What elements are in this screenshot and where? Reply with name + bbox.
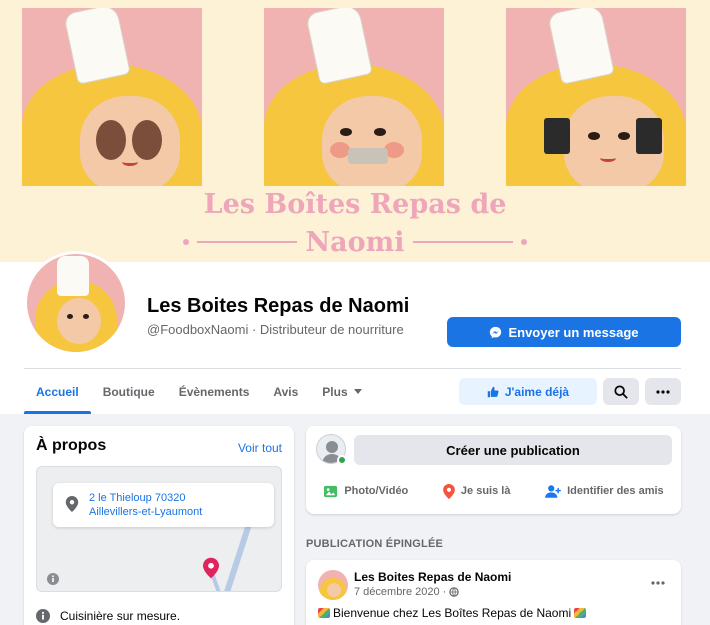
pinned-post: Les Boites Repas de Naomi 7 décembre 202… (306, 560, 681, 625)
post-author-avatar[interactable] (318, 570, 348, 600)
location-pin-icon (65, 496, 79, 512)
photo-icon (324, 485, 338, 497)
cover-photo[interactable]: Les Boîtes Repas de Naomi (0, 0, 710, 262)
post-body: Bienvenue chez Les Boîtes Repas de Naomi (318, 606, 587, 620)
tag-friends-button[interactable]: Identifier des amis (545, 484, 664, 499)
cover-title: Les Boîtes Repas de (203, 189, 507, 220)
search-button[interactable] (603, 378, 639, 405)
location-map[interactable]: 2 le Thieloup 70320 Aillevillers-et-Lyau… (36, 466, 282, 592)
tab-evenements[interactable]: Évènements (167, 369, 262, 414)
create-post-button[interactable]: Créer une publication (354, 435, 672, 465)
tab-plus-label: Plus (322, 384, 348, 399)
address-line-1: 2 le Thieloup 70320 (89, 492, 186, 504)
tab-accueil[interactable]: Accueil (24, 369, 91, 414)
tag-friends-label: Identifier des amis (567, 485, 664, 497)
tag-people-icon (545, 484, 561, 498)
page-tabs: Accueil Boutique Évènements Avis Plus (24, 369, 374, 414)
photo-video-label: Photo/Vidéo (344, 485, 409, 497)
page-title: Les Boites Repas de Naomi (147, 295, 410, 317)
cover-illustration-3 (506, 8, 686, 186)
search-icon (614, 384, 628, 399)
cover-illustration-1 (22, 8, 202, 186)
post-options-button[interactable] (651, 572, 665, 588)
about-title: À propos (36, 437, 107, 454)
caret-down-icon (353, 389, 362, 394)
page-header: Les Boites Repas de Naomi @FoodboxNaomi … (0, 251, 710, 414)
check-in-button[interactable]: Je suis là (443, 483, 511, 499)
tab-boutique[interactable]: Boutique (91, 369, 167, 414)
send-message-label: Envoyer un message (508, 324, 639, 340)
info-icon (36, 609, 50, 623)
tab-plus[interactable]: Plus (310, 369, 373, 414)
photo-video-button[interactable]: Photo/Vidéo (323, 484, 408, 499)
tab-avis-label: Avis (273, 384, 299, 399)
tab-accueil-label: Accueil (36, 384, 79, 399)
about-info-row: Cuisinière sur mesure. (36, 609, 180, 623)
about-card: À propos Voir tout 2 le Thieloup 70320 A… (24, 426, 294, 625)
address-line-2: Aillevillers-et-Lyaumont (89, 506, 203, 518)
about-description: Cuisinière sur mesure. (60, 609, 181, 623)
composer-actions: Photo/Vidéo Je suis là Identifier des am… (306, 478, 681, 504)
globe-icon (449, 587, 460, 597)
post-date-text: 7 décembre 2020 · (354, 586, 447, 598)
cover-illustration-2 (264, 8, 444, 186)
messenger-icon (490, 326, 502, 338)
page-handle-category: @FoodboxNaomi · Distributeur de nourritu… (147, 322, 404, 337)
address-bubble[interactable]: 2 le Thieloup 70320 Aillevillers-et-Lyau… (53, 483, 274, 527)
cover-subtitle: Naomi (305, 226, 405, 258)
more-options-button[interactable] (645, 378, 681, 405)
online-status-dot (337, 455, 347, 465)
thumbs-up-icon (487, 386, 499, 397)
post-author-name[interactable]: Les Boites Repas de Naomi (354, 570, 511, 584)
send-message-button[interactable]: Envoyer un message (447, 317, 681, 347)
tab-boutique-label: Boutique (102, 384, 155, 399)
pinned-section-label: PUBLICATION ÉPINGLÉE (306, 538, 444, 550)
post-timestamp[interactable]: 7 décembre 2020 · (354, 586, 460, 598)
rainbow-emoji-icon (574, 608, 587, 618)
location-pin-icon (443, 483, 455, 499)
more-dots-icon (651, 581, 665, 585)
rainbow-emoji-icon (318, 608, 330, 618)
map-info-icon[interactable] (47, 573, 59, 585)
see-all-link[interactable]: Voir tout (238, 441, 282, 455)
post-composer: Créer une publication Photo/Vidéo Je sui… (306, 426, 681, 514)
tab-evenements-label: Évènements (178, 384, 250, 399)
like-button-label: J'aime déjà (504, 384, 570, 399)
cover-subtitle-row: Naomi (0, 226, 710, 258)
map-marker-icon (203, 557, 219, 579)
post-body-text: Bienvenue chez Les Boîtes Repas de Naomi (333, 606, 572, 620)
tab-avis[interactable]: Avis (261, 369, 310, 414)
more-dots-icon (656, 389, 670, 394)
check-in-label: Je suis là (460, 485, 511, 497)
profile-picture[interactable] (24, 251, 128, 355)
like-button[interactable]: J'aime déjà (459, 378, 597, 405)
